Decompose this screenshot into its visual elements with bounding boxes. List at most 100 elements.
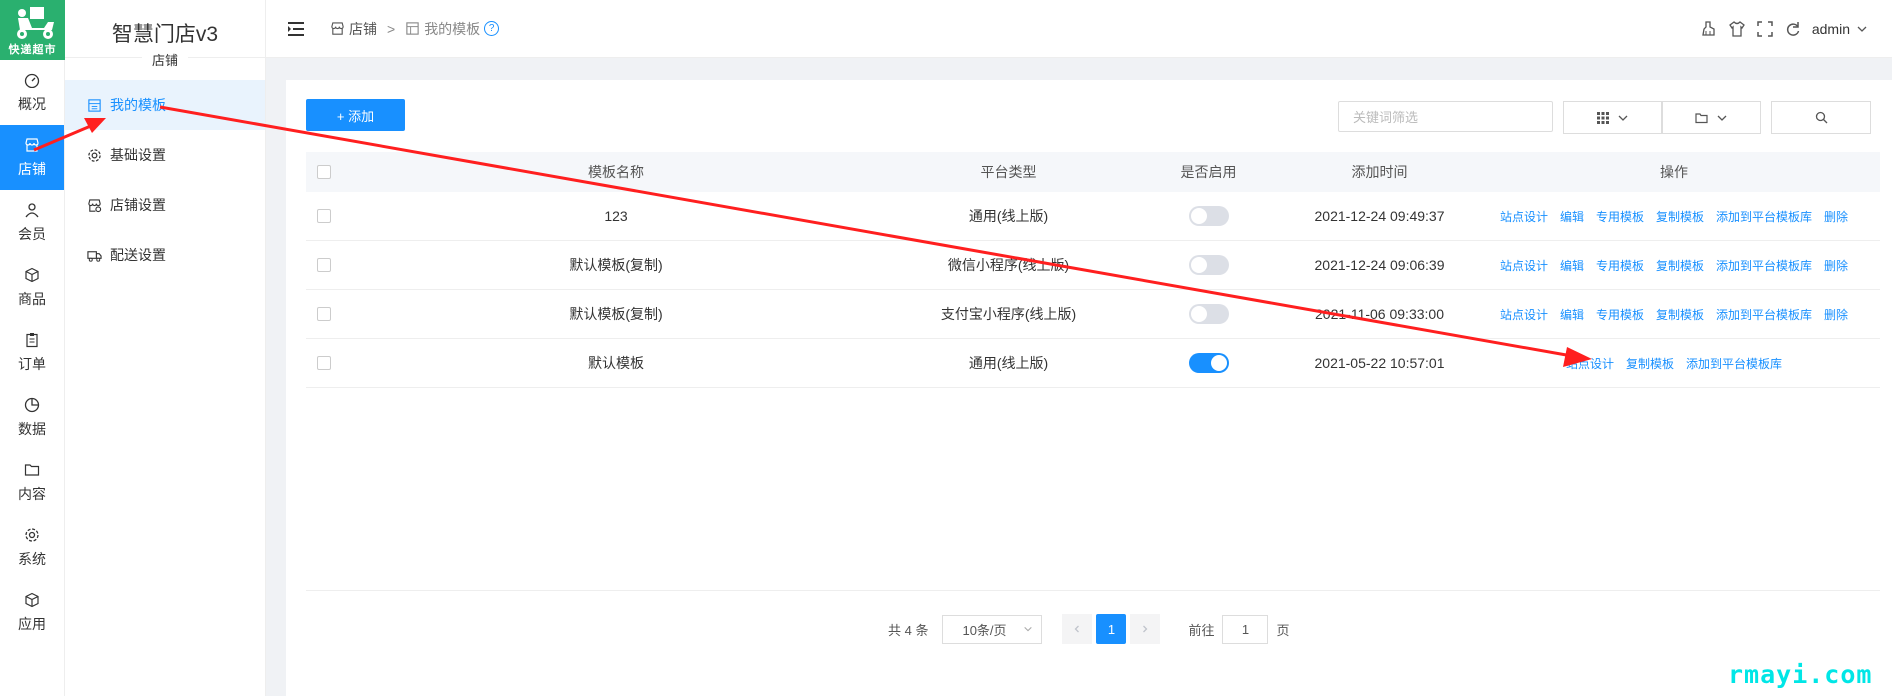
rail-item-7[interactable]: 系统 [0, 515, 64, 580]
goto-prefix: 前往 [1188, 622, 1215, 638]
row-action-link[interactable]: 专用模板 [1596, 257, 1644, 274]
rail-item-6[interactable]: 内容 [0, 450, 64, 515]
row-action-link[interactable]: 专用模板 [1596, 306, 1644, 323]
row-action-link[interactable]: 站点设计 [1500, 257, 1548, 274]
template-name: 默认模板(复制) [569, 257, 663, 273]
added-time: 2021-11-06 09:33:00 [1315, 306, 1444, 322]
keyword-filter-input[interactable]: 关键词筛选 [1338, 101, 1553, 132]
row-action-link[interactable]: 站点设计 [1566, 355, 1614, 372]
chevron-right-icon [1143, 625, 1148, 633]
store-settings-icon [88, 198, 102, 212]
select-all-checkbox[interactable] [316, 165, 331, 179]
row-checkbox[interactable] [316, 356, 331, 370]
chevron-down-icon [1857, 26, 1867, 32]
sidebar-item-2[interactable]: 店铺设置 [65, 180, 265, 230]
app-title: 智慧门店v3 [111, 23, 219, 46]
search-icon [1815, 111, 1827, 124]
main-card: + 添加 关键词筛选 模板名称 平台类型 是否启用 添加时间 操作 123 通用… [286, 80, 1892, 696]
theme-shirt-icon[interactable] [1728, 20, 1746, 38]
logo: 快递超市 [0, 0, 65, 60]
sidebar-item-0[interactable]: 我的模板 [65, 80, 265, 130]
rail-item-label: 概况 [18, 95, 46, 112]
row-action-link[interactable]: 站点设计 [1500, 306, 1548, 323]
gear-icon [88, 148, 101, 162]
chevron-down-icon [1023, 626, 1032, 632]
row-action-link[interactable]: 复制模板 [1626, 355, 1674, 372]
row-action-link[interactable]: 删除 [1824, 208, 1848, 225]
goto-page-input[interactable]: 1 [1222, 614, 1269, 644]
prev-page-button[interactable] [1062, 614, 1093, 644]
sidebar-item-3[interactable]: 配送设置 [65, 230, 265, 280]
row-action-link[interactable]: 专用模板 [1596, 208, 1644, 225]
row-action-link[interactable]: 编辑 [1560, 257, 1584, 274]
enable-toggle[interactable] [1188, 206, 1229, 226]
row-checkbox[interactable] [316, 307, 331, 321]
watermark: rmayi.com [1728, 660, 1873, 689]
box-icon [25, 267, 39, 282]
total-count: 共 4 条 [888, 622, 929, 638]
enable-toggle[interactable] [1188, 353, 1229, 373]
rail-item-1[interactable]: 店铺 [0, 125, 64, 190]
user-menu[interactable]: admin [1812, 21, 1868, 37]
sidebar-item-label: 基础设置 [110, 147, 166, 163]
icon-rail: 快递超市 概况 店铺 会员 商品 订单 数据 内容 系统 应用 [0, 0, 65, 696]
rail-item-label: 系统 [18, 550, 46, 567]
logo-text: 快递超市 [8, 44, 57, 56]
table-bottom-divider [306, 590, 1880, 591]
breadcrumb-root[interactable]: 店铺 [349, 19, 377, 39]
row-action-link[interactable]: 添加到平台模板库 [1716, 306, 1812, 323]
row-action-link[interactable]: 删除 [1824, 306, 1848, 323]
view-mode-dropdown[interactable] [1563, 101, 1662, 134]
row-action-link[interactable]: 添加到平台模板库 [1716, 208, 1812, 225]
enable-toggle[interactable] [1188, 304, 1229, 324]
added-time: 2021-12-24 09:06:39 [1314, 257, 1445, 273]
row-actions: 站点设计 编辑 专用模板 复制模板 添加到平台模板库 删除 [1468, 257, 1880, 274]
rail-item-8[interactable]: 应用 [0, 580, 64, 645]
folder-icon [24, 463, 40, 476]
row-action-link[interactable]: 编辑 [1560, 306, 1584, 323]
page-size-value: 10条/页 [962, 622, 1007, 638]
rail-item-0[interactable]: 概况 [0, 60, 64, 125]
dashboard-icon [24, 73, 40, 88]
sidebar-item-1[interactable]: 基础设置 [65, 130, 265, 180]
next-page-button[interactable] [1130, 614, 1161, 644]
page-number-1[interactable]: 1 [1096, 614, 1127, 644]
help-icon[interactable]: ? [484, 21, 500, 36]
row-action-link[interactable]: 编辑 [1560, 208, 1584, 225]
rail-item-2[interactable]: 会员 [0, 190, 64, 255]
row-action-link[interactable]: 复制模板 [1656, 208, 1704, 225]
username: admin [1811, 20, 1850, 37]
toggle-knob [1190, 306, 1207, 322]
app-root: 快递超市 概况 店铺 会员 商品 订单 数据 内容 系统 应用 智慧门店v3 店… [0, 0, 1892, 696]
secondary-sidebar: 智慧门店v3 店铺 我的模板 基础设置 店铺设置 配送设置 [65, 0, 266, 696]
clear-cache-icon[interactable] [1700, 20, 1718, 38]
chevron-down-icon [1717, 115, 1727, 121]
row-action-link[interactable]: 删除 [1824, 257, 1848, 274]
row-action-link[interactable]: 添加到平台模板库 [1686, 355, 1782, 372]
row-checkbox[interactable] [316, 258, 331, 272]
row-action-link[interactable]: 添加到平台模板库 [1716, 257, 1812, 274]
enable-toggle[interactable] [1188, 255, 1229, 275]
breadcrumb-separator: > [387, 20, 396, 37]
template-icon [406, 22, 419, 35]
rail-item-3[interactable]: 商品 [0, 255, 64, 320]
fullscreen-icon[interactable] [1756, 20, 1774, 38]
sidebar-section-title: 店铺 [141, 50, 189, 69]
search-button[interactable] [1771, 101, 1871, 134]
breadcrumb: 店铺 > 我的模板 ? [330, 19, 500, 39]
row-action-link[interactable]: 站点设计 [1500, 208, 1548, 225]
rail-item-4[interactable]: 订单 [0, 320, 64, 385]
add-button[interactable]: + 添加 [306, 99, 405, 131]
refresh-icon[interactable] [1784, 20, 1802, 38]
pagination: 共 4 条 10条/页 1 前往 1 页 [888, 614, 1290, 644]
page-size-select[interactable]: 10条/页 [942, 614, 1043, 644]
rail-item-5[interactable]: 数据 [0, 385, 64, 450]
row-checkbox[interactable] [316, 209, 331, 223]
menu-toggle-icon[interactable] [288, 21, 304, 36]
row-action-link[interactable]: 复制模板 [1656, 306, 1704, 323]
row-action-link[interactable]: 复制模板 [1656, 257, 1704, 274]
rail-item-label: 订单 [18, 355, 46, 372]
sidebar-item-label: 配送设置 [110, 247, 166, 263]
folder-dropdown[interactable] [1662, 101, 1761, 134]
row-actions: 站点设计 复制模板 添加到平台模板库 [1468, 355, 1880, 372]
